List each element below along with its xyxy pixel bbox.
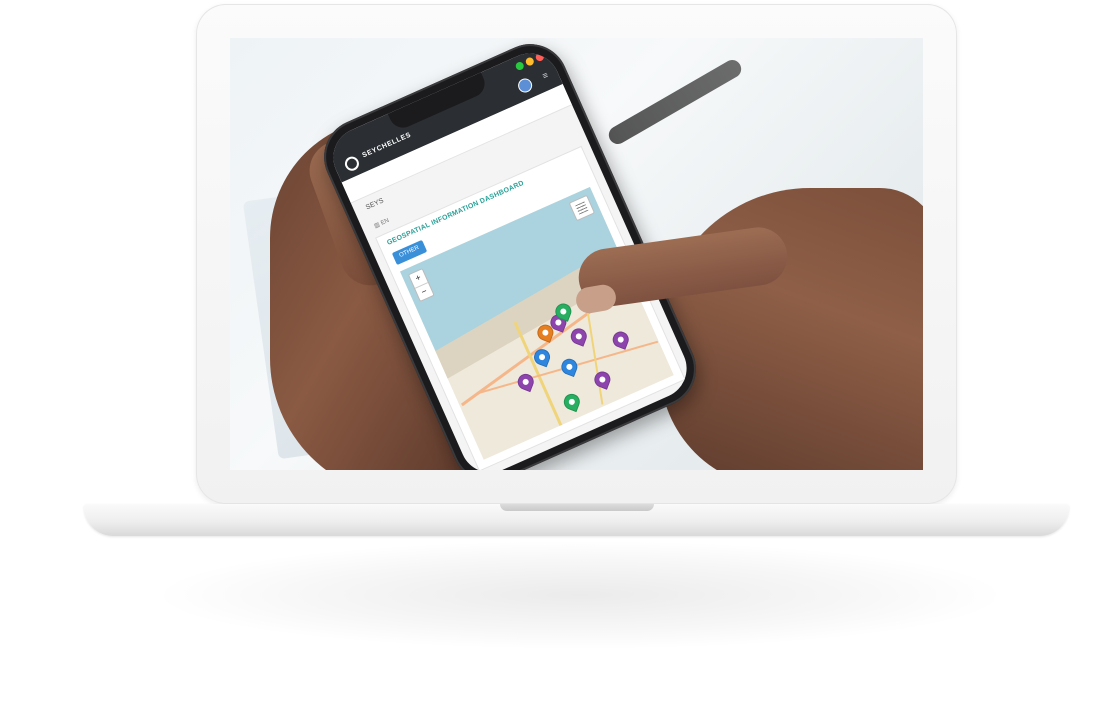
map-marker-icon[interactable] bbox=[610, 329, 632, 350]
laptop-screen-photo: SEYCHELLES ≡ SEYS ▥ EN GEOSPATIAL INFORM… bbox=[230, 38, 923, 470]
map-marker-icon[interactable] bbox=[559, 356, 580, 378]
user-avatar-icon[interactable] bbox=[515, 76, 535, 95]
right-hand bbox=[660, 188, 923, 470]
laptop-hinge-notch bbox=[500, 504, 654, 511]
hamburger-menu-icon[interactable]: ≡ bbox=[541, 70, 550, 81]
laptop-shadow bbox=[150, 540, 1010, 650]
globe-logo-icon bbox=[342, 154, 362, 173]
desk-pen bbox=[605, 56, 745, 148]
map-view[interactable]: + − bbox=[399, 186, 674, 460]
map-marker-icon[interactable] bbox=[515, 371, 537, 393]
section-label: ▥ EN bbox=[373, 217, 391, 230]
map-marker-icon[interactable] bbox=[592, 369, 613, 390]
page-label: SEYS bbox=[364, 197, 385, 212]
map-marker-icon[interactable] bbox=[561, 391, 582, 413]
map-marker-icon[interactable] bbox=[568, 325, 589, 347]
